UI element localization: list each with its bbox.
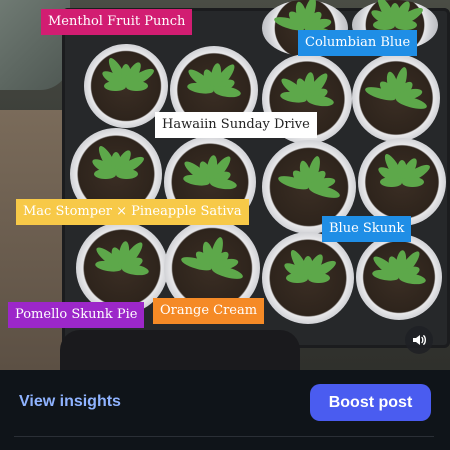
leaf — [395, 20, 417, 30]
seedling-cup — [356, 234, 442, 320]
view-insights-link[interactable]: View insights — [19, 393, 121, 411]
floor-background — [0, 110, 70, 370]
post-photo[interactable]: Menthol Fruit Punch Columbian Blue Hawai… — [0, 0, 450, 370]
audio-toggle-button[interactable] — [405, 326, 433, 354]
leaf — [121, 263, 150, 277]
strain-label-orange-cream: Orange Cream — [153, 298, 265, 324]
post-action-bar: View insights Boost post — [0, 370, 450, 450]
shadow-area — [60, 330, 300, 370]
strain-label-columbian-blue: Columbian Blue — [298, 30, 418, 56]
seedling-cup — [352, 54, 440, 142]
strain-label-blue-skunk: Blue Skunk — [322, 216, 412, 242]
leaf — [398, 272, 427, 286]
strain-label-mac-stomper: Mac Stomper × Pineapple Sativa — [16, 199, 249, 225]
leaf — [116, 169, 138, 179]
seedling-cup — [358, 138, 446, 226]
strain-label-pomello-skunk-pie: Pomello Skunk Pie — [8, 302, 145, 328]
leaf — [209, 177, 238, 191]
strain-label-menthol-fruit-punch: Menthol Fruit Punch — [41, 9, 193, 35]
divider — [14, 436, 434, 437]
leaf — [306, 94, 335, 108]
speaker-icon — [413, 335, 426, 345]
leaf — [213, 85, 242, 99]
leaf — [308, 273, 330, 283]
leaf — [402, 177, 424, 187]
boost-post-button[interactable]: Boost post — [310, 384, 431, 421]
strain-label-hawaiin-sunday-drive: Hawaiin Sunday Drive — [155, 112, 317, 138]
leaf — [126, 81, 148, 91]
seedling-cup — [262, 232, 354, 324]
